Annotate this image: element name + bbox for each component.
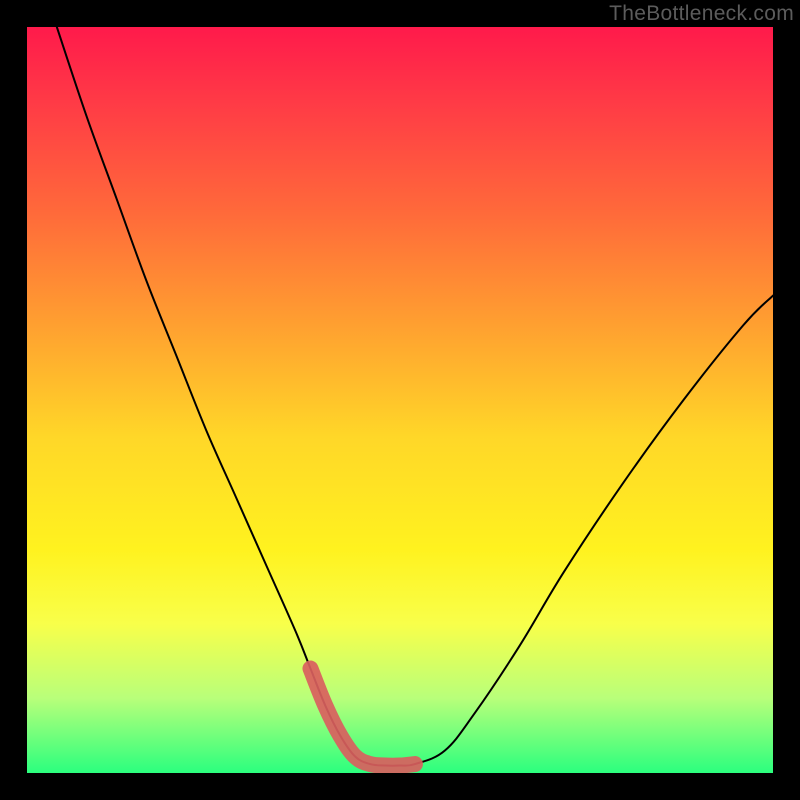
- chart-stage: { "watermark": "TheBottleneck.com", "cha…: [0, 0, 800, 800]
- watermark-text: TheBottleneck.com: [609, 2, 794, 26]
- curve-highlight: [310, 669, 414, 766]
- chart-canvas: [27, 27, 773, 773]
- plot-area: [27, 27, 773, 773]
- bottleneck-curve: [57, 27, 773, 766]
